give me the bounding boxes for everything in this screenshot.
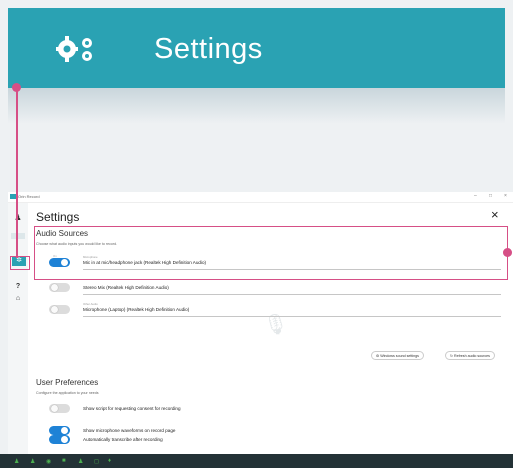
toggle-knob: [51, 306, 58, 313]
other-audio-toggle[interactable]: [49, 305, 70, 314]
user-preferences-title: User Preferences: [36, 378, 99, 387]
banner-shadow: [8, 88, 505, 124]
maximize-button[interactable]: □: [489, 193, 492, 199]
callout-dot: [503, 248, 512, 257]
windows-sound-settings-button[interactable]: ⚙ Windows sound settings: [371, 351, 424, 360]
app-name: Orin Record: [18, 194, 40, 199]
status-app-icon[interactable]: ■: [62, 458, 66, 464]
audio-sources-highlight: [34, 226, 508, 280]
settings-banner: Settings: [8, 8, 505, 88]
audio-source-row: Other Audio Microphone (Laptop) (Realtek…: [8, 301, 513, 317]
rail-settings-highlight: [10, 256, 30, 270]
preference-row: Automatically transcribe after recording: [8, 435, 513, 454]
window-close-button[interactable]: ×: [504, 193, 507, 199]
preference-row: Show script for requesting consent for r…: [8, 403, 513, 417]
toggle-knob: [51, 405, 58, 412]
other-audio-source-field[interactable]: Microphone (Laptop) (Realtek High Defini…: [83, 307, 189, 312]
stereo-mix-source-field[interactable]: Stereo Mix (Realtek High Definition Audi…: [83, 285, 169, 290]
panel-title: Settings: [36, 210, 80, 224]
field-caption: Other Audio: [83, 302, 98, 306]
status-mic-icon[interactable]: ♦: [108, 458, 111, 464]
preference-label: Show microphone waveforms on record page: [83, 428, 176, 433]
stereo-mix-toggle[interactable]: [49, 283, 70, 292]
field-underline: [83, 294, 501, 295]
window-titlebar: Orin Record – □ ×: [8, 192, 513, 203]
preference-label: Show script for requesting consent for r…: [83, 406, 181, 411]
banner-title: Settings: [154, 33, 263, 65]
refresh-audio-sources-button[interactable]: ↻ Refresh audio sources: [445, 351, 495, 360]
panel-close-button[interactable]: ×: [491, 207, 499, 222]
gears-icon: [56, 36, 92, 62]
user-preferences-description: Configure the application to your needs: [36, 391, 99, 395]
minimize-button[interactable]: –: [474, 193, 477, 199]
rail-user-icon[interactable]: ♟: [11, 213, 25, 222]
consent-script-toggle[interactable]: [49, 404, 70, 413]
status-chat-icon[interactable]: ◻: [94, 458, 99, 465]
status-user-icon[interactable]: ♟: [78, 458, 83, 465]
toggle-knob: [61, 427, 68, 434]
status-app-icon[interactable]: ◉: [46, 458, 51, 465]
status-user-icon[interactable]: ♟: [30, 458, 35, 465]
status-bar: ♟ ♟ ◉ ■ ♟ ◻ ♦: [0, 454, 513, 468]
status-user-icon[interactable]: ♟: [14, 458, 19, 465]
callout-dot: [12, 83, 21, 92]
rail-record-item[interactable]: [11, 233, 25, 239]
auto-transcribe-toggle[interactable]: [49, 435, 70, 444]
audio-source-row: Stereo Mix (Realtek High Definition Audi…: [8, 282, 513, 296]
callout-connector: [16, 88, 18, 258]
preference-label: Automatically transcribe after recording: [83, 437, 163, 442]
field-underline: [83, 316, 501, 317]
waveforms-toggle[interactable]: [49, 426, 70, 435]
toggle-knob: [51, 284, 58, 291]
toggle-knob: [61, 436, 68, 443]
